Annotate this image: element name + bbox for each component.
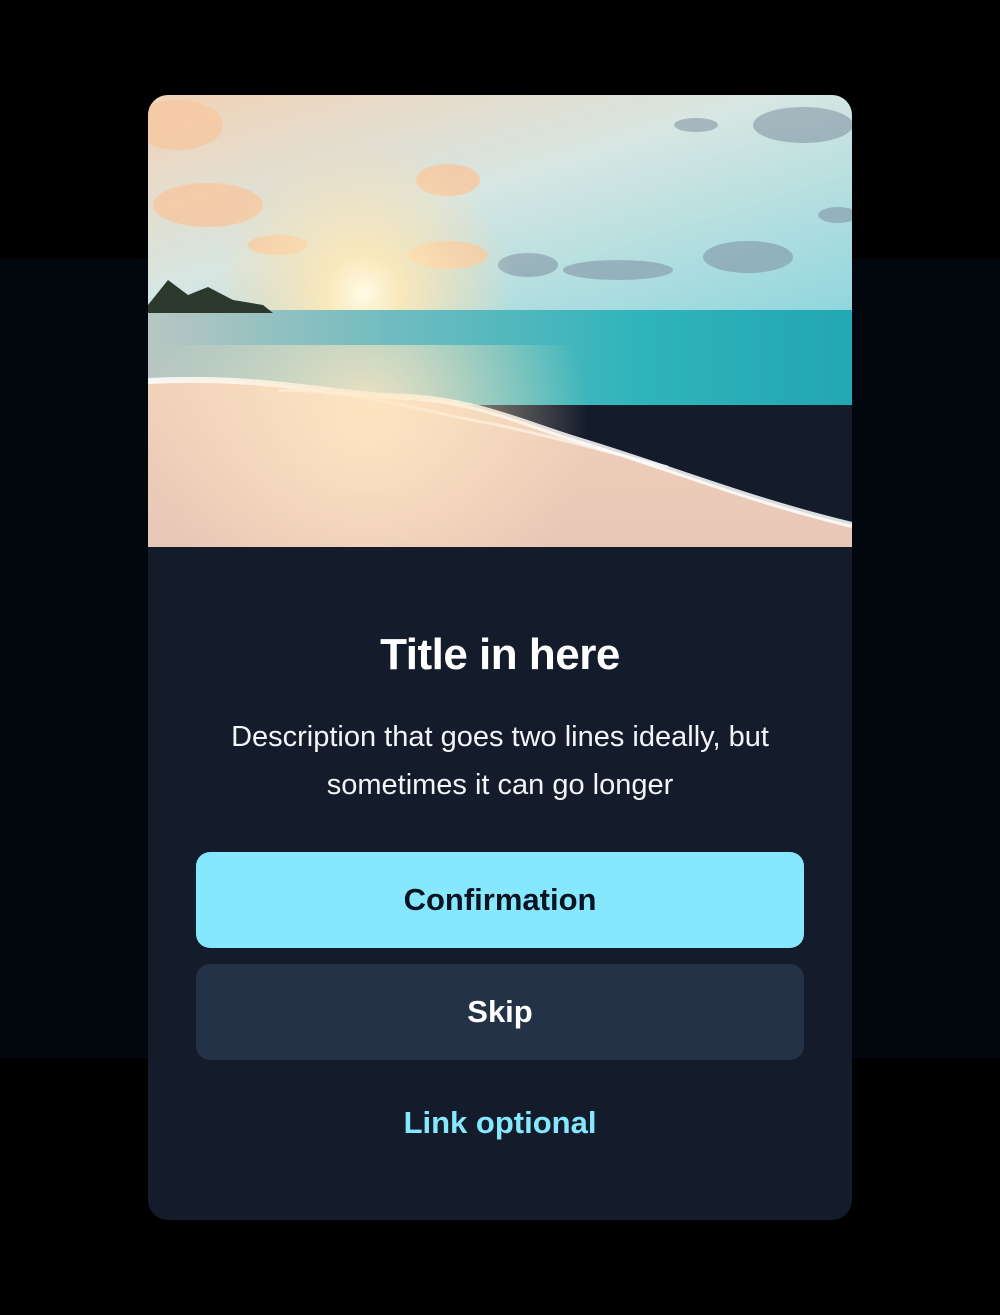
optional-link[interactable]: Link optional <box>148 1099 852 1147</box>
confirmation-button[interactable]: Confirmation <box>196 852 804 948</box>
modal-description: Description that goes two lines ideally,… <box>231 721 769 801</box>
hero-image <box>148 95 852 547</box>
beach-sunset-image <box>148 95 852 547</box>
modal-dialog: Title in here Description that goes two … <box>148 95 852 1220</box>
skip-button[interactable]: Skip <box>196 964 804 1060</box>
modal-title: Title in here <box>380 630 620 679</box>
